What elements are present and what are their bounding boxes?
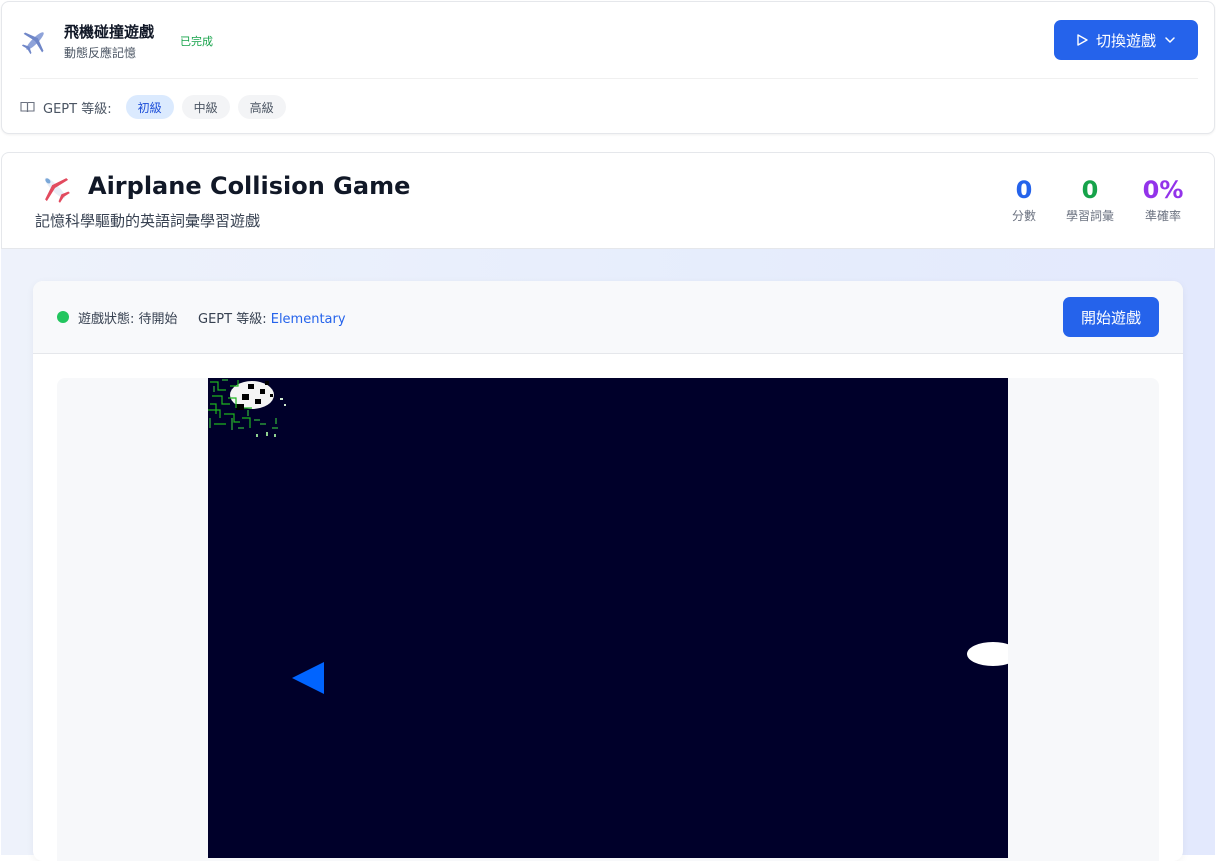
words-learned-value: 0 (1081, 176, 1099, 204)
game-status: 遊戲狀態: 待開始 (78, 312, 178, 327)
switch-game-label: 切換遊戲 (1095, 31, 1156, 50)
game-area (57, 378, 1159, 861)
game-scene (208, 379, 1008, 694)
app-subtitle: 動態反應記憶 (64, 46, 137, 60)
accuracy-value: 0% (1142, 176, 1184, 204)
book-icon (20, 101, 35, 113)
game-level-indicator: GEPT 等級: Elementary (198, 308, 346, 327)
game-panel: 遊戲狀態: 待開始 GEPT 等級: Elementary 開始遊戲 (33, 281, 1183, 861)
game-toolbar: 遊戲狀態: 待開始 GEPT 等級: Elementary 開始遊戲 (33, 281, 1183, 354)
game-title: Airplane Collision Game (88, 172, 411, 200)
play-icon (1077, 34, 1088, 46)
stat-accuracy: 0% 準確率 (1138, 175, 1188, 224)
words-learned-label: 學習詞彙 (1065, 209, 1114, 223)
game-level-value: Elementary (270, 312, 346, 327)
airplane-icon (44, 177, 70, 203)
switch-game-button[interactable]: 切換遊戲 (1054, 20, 1198, 60)
score-label: 分數 (1011, 209, 1036, 223)
game-level-prefix: GEPT 等級: (198, 312, 267, 327)
gept-label: GEPT 等級: (43, 101, 112, 117)
level-chip-intermediate[interactable]: 中級 (181, 95, 230, 119)
game-stage: 遊戲狀態: 待開始 GEPT 等級: Elementary 開始遊戲 (1, 248, 1215, 861)
cloud-artifact (208, 379, 286, 437)
start-game-button[interactable]: 開始遊戲 (1063, 297, 1159, 337)
airplane-icon (21, 32, 44, 55)
stat-words-learned: 0 學習詞彙 (1058, 175, 1122, 224)
status-dot-icon (57, 311, 69, 323)
player-airplane (292, 662, 324, 694)
chevron-down-icon (1165, 37, 1175, 43)
divider (20, 78, 1198, 79)
completion-badge: 已完成 (180, 35, 213, 48)
gept-level-selector: GEPT 等級: 初級 中級 高級 (20, 95, 294, 119)
game-hero: Airplane Collision Game 記憶科學驅動的英語詞彙學習遊戲 … (1, 152, 1215, 248)
score-value: 0 (1015, 176, 1033, 204)
cloud (967, 642, 1008, 666)
stat-score: 0 分數 (1002, 175, 1046, 224)
game-canvas[interactable] (208, 378, 1008, 858)
game-subtitle: 記憶科學驅動的英語詞彙學習遊戲 (35, 212, 261, 230)
app-title: 飛機碰撞遊戲 (64, 23, 155, 41)
accuracy-label: 準確率 (1144, 209, 1181, 223)
game-selector-card: 飛機碰撞遊戲 動態反應記憶 已完成 切換遊戲 GEPT 等級: 初級 中級 高級 (1, 1, 1215, 134)
game-selector-header: 飛機碰撞遊戲 動態反應記憶 已完成 切換遊戲 (20, 18, 1198, 62)
level-chip-elementary[interactable]: 初級 (125, 95, 174, 119)
level-chip-advanced[interactable]: 高級 (237, 95, 286, 119)
